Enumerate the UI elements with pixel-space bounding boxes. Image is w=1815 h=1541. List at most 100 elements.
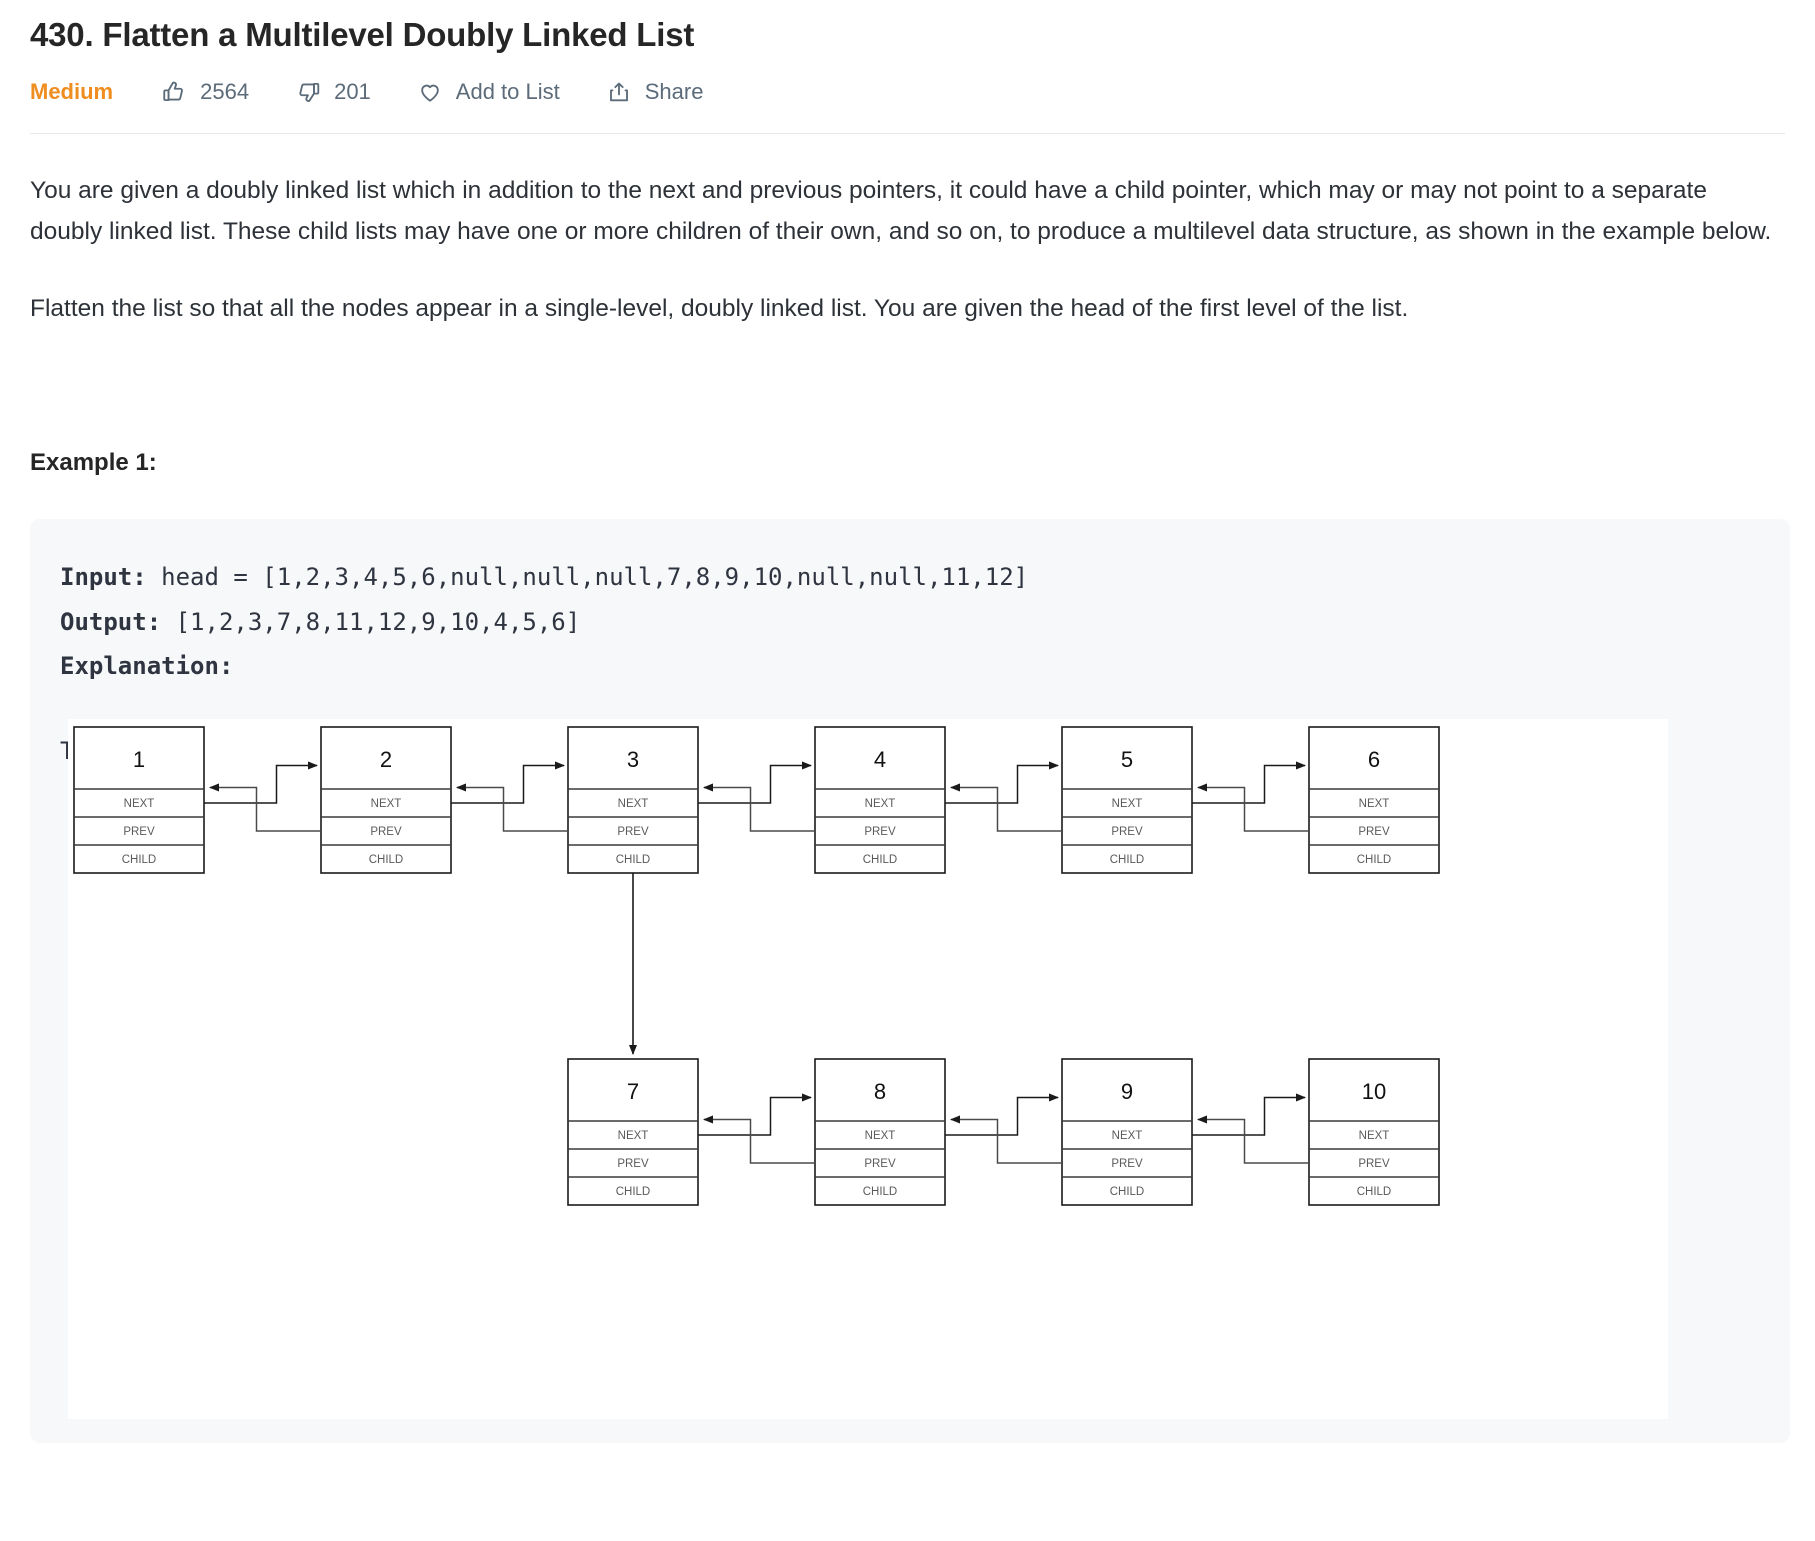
node-value: 8 xyxy=(874,1079,886,1104)
node-field-next: NEXT xyxy=(1112,1130,1143,1142)
node-value: 6 xyxy=(1368,747,1380,772)
node-pointer-links xyxy=(204,761,321,833)
node-value: 7 xyxy=(627,1079,639,1104)
node-field-next: NEXT xyxy=(1359,1130,1390,1142)
node-field-prev: PREV xyxy=(123,826,155,838)
linked-list-node: 10 NEXT PREV CHILD xyxy=(1308,1058,1440,1207)
node-field-next: NEXT xyxy=(1359,798,1390,810)
node-pointer-links xyxy=(698,761,815,833)
prev-pointer-arrow xyxy=(703,1115,815,1165)
thumbs-up-icon xyxy=(161,79,187,105)
node-field-child: CHILD xyxy=(863,1186,898,1198)
description-paragraph-1: You are given a doubly linked list which… xyxy=(30,176,1772,246)
node-field-child: CHILD xyxy=(369,854,404,866)
node-field-child: CHILD xyxy=(616,854,651,866)
node-field-prev: PREV xyxy=(1358,826,1390,838)
node-field-prev: PREV xyxy=(864,826,896,838)
page-title: 430. Flatten a Multilevel Doubly Linked … xyxy=(30,16,695,53)
next-pointer-arrow xyxy=(451,761,565,805)
node-value: 1 xyxy=(133,747,145,772)
node-field-next: NEXT xyxy=(1112,798,1143,810)
next-pointer-arrow xyxy=(1192,1093,1306,1137)
heart-icon xyxy=(417,79,443,105)
node-value: 10 xyxy=(1362,1079,1386,1104)
explanation-label: Explanation: xyxy=(60,652,234,681)
prev-pointer-arrow xyxy=(950,1115,1062,1165)
node-pointer-links xyxy=(1192,1093,1309,1165)
add-to-list-button[interactable]: Add to List xyxy=(417,79,560,105)
example-explanation-line: Explanation: xyxy=(30,644,1790,688)
share-icon xyxy=(606,79,632,105)
node-field-next: NEXT xyxy=(618,1130,649,1142)
dislike-button[interactable]: 201 xyxy=(295,79,371,105)
share-button[interactable]: Share xyxy=(606,79,703,105)
next-pointer-arrow xyxy=(945,1093,1059,1137)
linked-list-node: 2 NEXT PREV CHILD xyxy=(320,726,452,875)
linked-list-node: 7 NEXT PREV CHILD xyxy=(567,1058,699,1207)
thumbs-down-icon xyxy=(295,79,321,105)
example-input-line: Input: head = [1,2,3,4,5,6,null,null,nul… xyxy=(30,555,1790,599)
node-pointer-links xyxy=(945,1093,1062,1165)
node-field-prev: PREV xyxy=(617,1158,649,1170)
prev-pointer-arrow xyxy=(950,783,1062,833)
node-field-child: CHILD xyxy=(863,854,898,866)
next-pointer-arrow xyxy=(1192,761,1306,805)
example-output-line: Output: [1,2,3,7,8,11,12,9,10,4,5,6] xyxy=(30,600,1790,644)
node-field-prev: PREV xyxy=(864,1158,896,1170)
problem-content: You are given a doubly linked list which… xyxy=(0,170,1815,1444)
problem-page: 430. Flatten a Multilevel Doubly Linked … xyxy=(0,0,1815,1541)
example-code-block: Input: head = [1,2,3,4,5,6,null,null,nul… xyxy=(30,519,1790,1444)
node-field-prev: PREV xyxy=(1111,1158,1143,1170)
node-field-child: CHILD xyxy=(122,854,157,866)
prev-pointer-arrow xyxy=(1197,783,1309,833)
like-count: 2564 xyxy=(200,78,250,104)
node-field-child: CHILD xyxy=(616,1186,651,1198)
node-field-prev: PREV xyxy=(370,826,402,838)
description-paragraph-2: Flatten the list so that all the nodes a… xyxy=(30,295,1409,323)
difficulty-badge: Medium xyxy=(30,78,114,104)
add-to-list-label: Add to List xyxy=(455,78,560,104)
problem-meta-row: Medium 2564 201 Add to List Share xyxy=(0,57,1815,105)
node-field-prev: PREV xyxy=(617,826,649,838)
dislike-count: 201 xyxy=(334,78,371,104)
multilevel-linked-list-diagram: 1 NEXT PREV CHILD 2 NEXT PREV CHILD 3 NEXT PREV CHI… xyxy=(68,719,1668,1420)
linked-list-node: 9 NEXT PREV CHILD xyxy=(1061,1058,1193,1207)
linked-list-node: 3 NEXT PREV CHILD xyxy=(567,726,699,875)
prev-pointer-arrow xyxy=(209,783,321,833)
linked-list-node: 8 NEXT PREV CHILD xyxy=(814,1058,946,1207)
input-label: Input: xyxy=(60,563,147,592)
prev-pointer-arrow xyxy=(703,783,815,833)
like-button[interactable]: 2564 xyxy=(161,79,249,105)
node-value: 9 xyxy=(1121,1079,1133,1104)
node-pointer-links xyxy=(1192,761,1309,833)
node-value: 2 xyxy=(380,747,392,772)
node-field-child: CHILD xyxy=(1110,1186,1145,1198)
node-field-next: NEXT xyxy=(618,798,649,810)
node-field-prev: PREV xyxy=(1358,1158,1390,1170)
node-pointer-links xyxy=(945,761,1062,833)
node-value: 3 xyxy=(627,747,639,772)
node-field-next: NEXT xyxy=(124,798,155,810)
node-value: 4 xyxy=(874,747,886,772)
title-row: 430. Flatten a Multilevel Doubly Linked … xyxy=(0,0,1815,57)
node-field-child: CHILD xyxy=(1357,1186,1392,1198)
linked-list-svg: 1 NEXT PREV CHILD 2 NEXT PREV CHILD 3 NEXT PREV CHI… xyxy=(73,726,1440,1207)
node-field-child: CHILD xyxy=(1357,854,1392,866)
linked-list-node: 6 NEXT PREV CHILD xyxy=(1308,726,1440,875)
node-pointer-links xyxy=(698,1093,815,1165)
node-pointer-links xyxy=(451,761,568,833)
node-field-next: NEXT xyxy=(371,798,402,810)
header-divider xyxy=(30,132,1785,134)
node-field-next: NEXT xyxy=(865,798,896,810)
output-value: [1,2,3,7,8,11,12,9,10,4,5,6] xyxy=(161,607,581,636)
next-pointer-arrow xyxy=(698,1093,812,1137)
next-pointer-arrow xyxy=(698,761,812,805)
node-field-next: NEXT xyxy=(865,1130,896,1142)
next-pointer-arrow xyxy=(204,761,318,805)
node-field-prev: PREV xyxy=(1111,826,1143,838)
next-pointer-arrow xyxy=(945,761,1059,805)
prev-pointer-arrow xyxy=(1197,1115,1309,1165)
input-value: head = [1,2,3,4,5,6,null,null,null,7,8,9… xyxy=(146,563,1029,592)
linked-list-node: 5 NEXT PREV CHILD xyxy=(1061,726,1193,875)
linked-list-node: 4 NEXT PREV CHILD xyxy=(814,726,946,875)
